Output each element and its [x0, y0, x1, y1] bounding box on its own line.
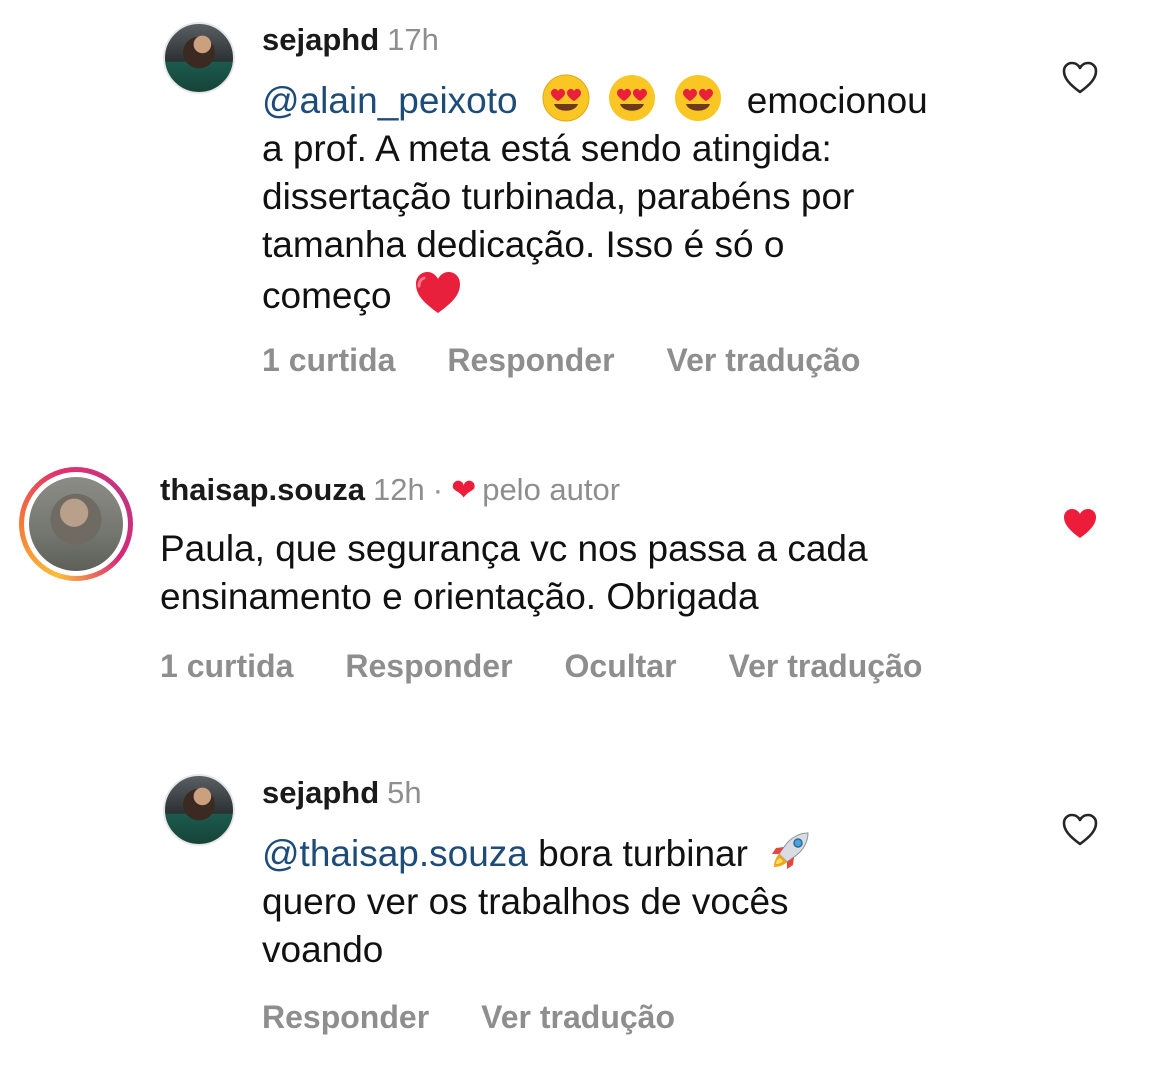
comment-header: thaisap.souza 12h · ❤ pelo autor — [160, 470, 620, 511]
likes-count[interactable]: 1 curtida — [160, 648, 293, 684]
comment-text: @alain_peixoto emocionou a prof. A meta … — [262, 74, 1022, 320]
username[interactable]: sejaphd — [262, 22, 379, 57]
avatar[interactable] — [163, 22, 235, 94]
timestamp: 17h — [387, 22, 439, 57]
comment-line: voando — [262, 929, 384, 970]
comment-line: começo — [262, 275, 392, 316]
comment-text: @thaisap.souza bora turbinar quero ver o… — [262, 827, 1022, 974]
reply-button[interactable]: Responder — [345, 648, 512, 684]
likes-count[interactable]: 1 curtida — [262, 342, 395, 378]
reply-button[interactable]: Responder — [447, 342, 614, 378]
heart-eyes-emoji — [542, 74, 590, 122]
comment-line: dissertação turbinada, parabéns por — [262, 176, 855, 217]
hide-button[interactable]: Ocultar — [565, 648, 677, 684]
red-heart-emoji — [415, 272, 460, 313]
separator-dot: · — [432, 472, 444, 507]
author-liked-heart-icon: ❤ — [451, 474, 477, 507]
heart-filled-icon[interactable] — [1060, 504, 1100, 544]
heart-eyes-emoji — [675, 75, 722, 121]
rocket-emoji — [772, 832, 809, 869]
avatar[interactable] — [163, 774, 235, 846]
comment-text-segment: bora turbinar — [538, 833, 748, 874]
avatar[interactable] — [19, 467, 133, 581]
comment-line: Paula, que segurança vc nos passa a cada — [160, 528, 868, 569]
mention-link[interactable]: @thaisap.souza — [262, 833, 528, 874]
comment-header: sejaphd 5h — [262, 773, 422, 813]
comment-line: tamanha dedicação. Isso é só o — [262, 224, 785, 265]
comment-actions: 1 curtida Responder Ocultar Ver tradução — [160, 646, 974, 686]
comment-text: Paula, que segurança vc nos passa a cada… — [160, 525, 1040, 621]
comment-line: a prof. A meta está sendo atingida: — [262, 128, 832, 169]
reply-button[interactable]: Responder — [262, 999, 429, 1035]
comment-line: quero ver os trabalhos de vocês — [262, 881, 789, 922]
comment-actions: 1 curtida Responder Ver tradução — [262, 340, 912, 380]
heart-outline-icon[interactable] — [1060, 58, 1100, 98]
comment-actions: Responder Ver tradução — [262, 997, 727, 1037]
liked-by-author-label: pelo autor — [482, 472, 621, 507]
translate-button[interactable]: Ver tradução — [667, 342, 861, 378]
comment-header: sejaphd 17h — [262, 20, 439, 60]
timestamp: 12h — [373, 472, 425, 507]
heart-eyes-emoji — [609, 75, 656, 121]
timestamp: 5h — [387, 775, 422, 810]
mention-link[interactable]: @alain_peixoto — [262, 80, 518, 121]
comment-line: ensinamento e orientação. Obrigada — [160, 576, 759, 617]
username[interactable]: thaisap.souza — [160, 472, 365, 507]
username[interactable]: sejaphd — [262, 775, 379, 810]
translate-button[interactable]: Ver tradução — [729, 648, 923, 684]
comment-text-segment: emocionou — [746, 80, 928, 121]
translate-button[interactable]: Ver tradução — [481, 999, 675, 1035]
heart-outline-icon[interactable] — [1060, 810, 1100, 850]
